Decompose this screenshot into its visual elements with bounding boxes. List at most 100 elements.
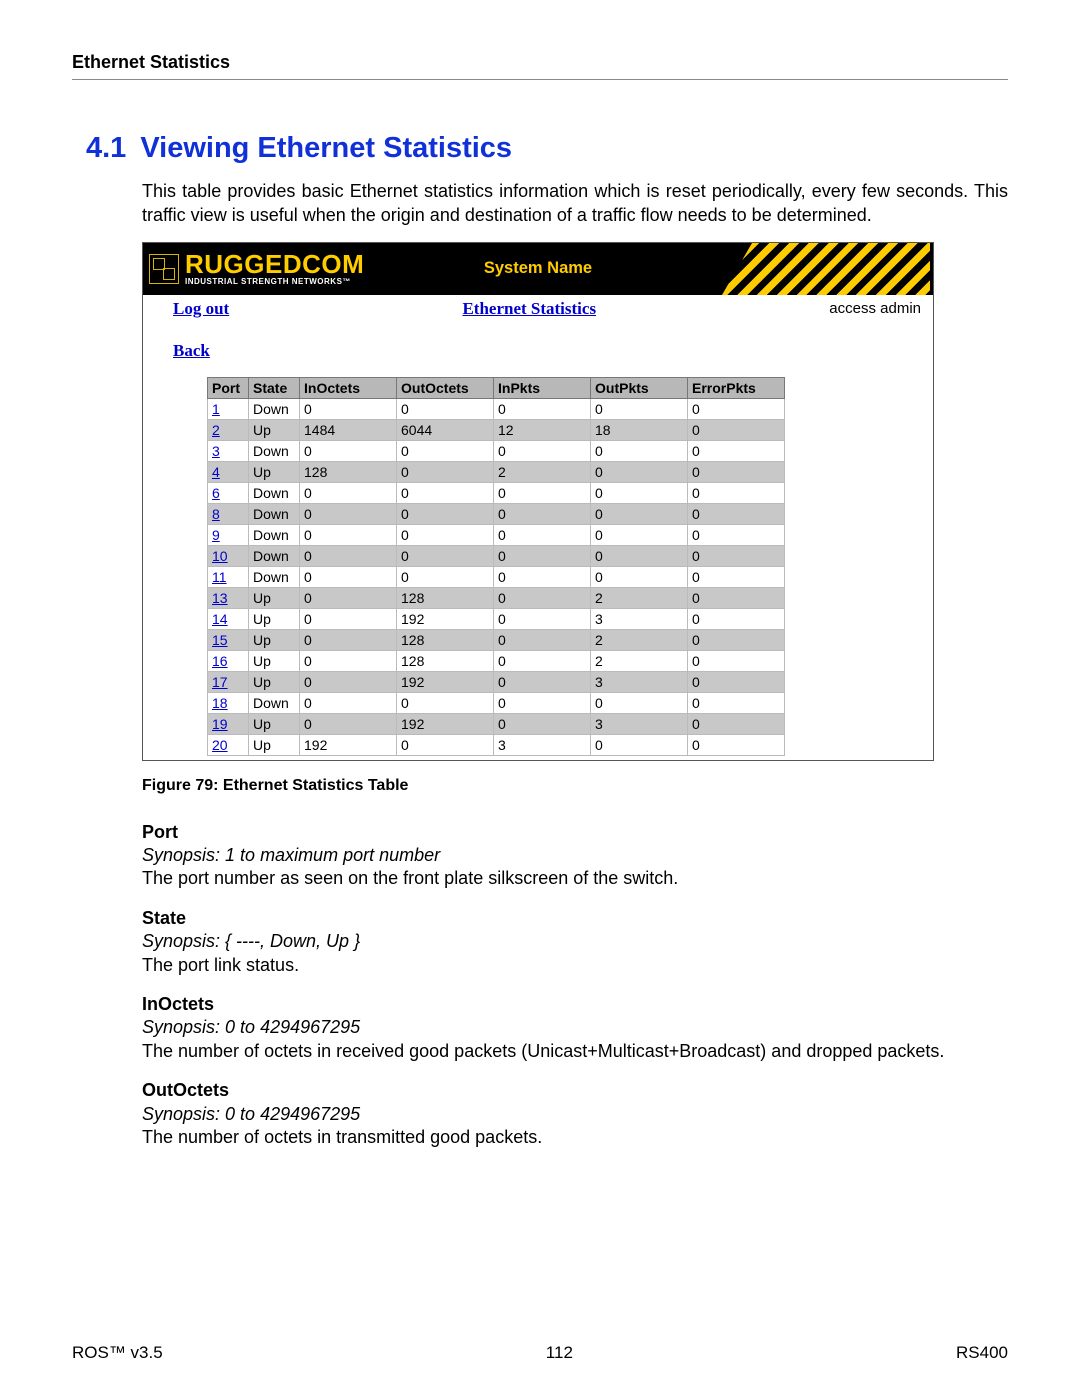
port-link[interactable]: 11 <box>208 566 249 587</box>
section-title: Viewing Ethernet Statistics <box>140 132 512 164</box>
out-octets-cell: 0 <box>397 482 494 503</box>
error-pkts-cell: 0 <box>688 524 785 545</box>
out-pkts-cell: 2 <box>591 587 688 608</box>
in-octets-cell: 0 <box>300 587 397 608</box>
error-pkts-cell: 0 <box>688 419 785 440</box>
col-in-pkts: InPkts <box>494 377 591 398</box>
in-octets-cell: 0 <box>300 713 397 734</box>
in-pkts-cell: 0 <box>494 503 591 524</box>
out-octets-cell: 0 <box>397 398 494 419</box>
state-cell: Up <box>249 608 300 629</box>
out-pkts-cell: 0 <box>591 545 688 566</box>
in-pkts-cell: 0 <box>494 713 591 734</box>
error-pkts-cell: 0 <box>688 734 785 755</box>
field-synopsis: Synopsis: 0 to 4294967295 <box>142 1103 1008 1126</box>
page-title: Ethernet Statistics <box>462 299 596 319</box>
section-number: 4.1 <box>86 132 126 164</box>
port-link[interactable]: 17 <box>208 671 249 692</box>
out-octets-cell: 0 <box>397 440 494 461</box>
port-link[interactable]: 14 <box>208 608 249 629</box>
back-link[interactable]: Back <box>173 341 210 360</box>
port-link[interactable]: 18 <box>208 692 249 713</box>
field-description: The port number as seen on the front pla… <box>142 867 1008 890</box>
table-row: 18Down00000 <box>208 692 785 713</box>
in-pkts-cell: 12 <box>494 419 591 440</box>
table-row: 16Up0128020 <box>208 650 785 671</box>
field-synopsis: Synopsis: { ----, Down, Up } <box>142 930 1008 953</box>
field-block: OutOctetsSynopsis: 0 to 4294967295The nu… <box>142 1079 1008 1149</box>
state-cell: Down <box>249 482 300 503</box>
in-pkts-cell: 3 <box>494 734 591 755</box>
port-link[interactable]: 6 <box>208 482 249 503</box>
error-pkts-cell: 0 <box>688 671 785 692</box>
out-octets-cell: 128 <box>397 650 494 671</box>
in-octets-cell: 0 <box>300 482 397 503</box>
out-octets-cell: 6044 <box>397 419 494 440</box>
in-octets-cell: 0 <box>300 671 397 692</box>
in-octets-cell: 0 <box>300 398 397 419</box>
out-pkts-cell: 3 <box>591 608 688 629</box>
error-pkts-cell: 0 <box>688 629 785 650</box>
field-block: StateSynopsis: { ----, Down, Up }The por… <box>142 907 1008 977</box>
in-octets-cell: 192 <box>300 734 397 755</box>
error-pkts-cell: 0 <box>688 398 785 419</box>
field-block: InOctetsSynopsis: 0 to 4294967295The num… <box>142 993 1008 1063</box>
col-state: State <box>249 377 300 398</box>
out-pkts-cell: 3 <box>591 713 688 734</box>
table-header-row: Port State InOctets OutOctets InPkts Out… <box>208 377 785 398</box>
in-octets-cell: 1484 <box>300 419 397 440</box>
in-octets-cell: 0 <box>300 629 397 650</box>
table-row: 20Up1920300 <box>208 734 785 755</box>
out-pkts-cell: 0 <box>591 524 688 545</box>
out-pkts-cell: 0 <box>591 503 688 524</box>
brand-name: RUGGEDCOM <box>185 251 364 277</box>
in-pkts-cell: 0 <box>494 524 591 545</box>
port-link[interactable]: 2 <box>208 419 249 440</box>
footer-right: RS400 <box>956 1343 1008 1363</box>
state-cell: Up <box>249 671 300 692</box>
port-link[interactable]: 15 <box>208 629 249 650</box>
in-octets-cell: 0 <box>300 524 397 545</box>
port-link[interactable]: 19 <box>208 713 249 734</box>
table-row: 17Up0192030 <box>208 671 785 692</box>
port-link[interactable]: 10 <box>208 545 249 566</box>
section-heading: 4.1 Viewing Ethernet Statistics <box>72 132 1008 165</box>
field-title: Port <box>142 821 1008 844</box>
out-pkts-cell: 0 <box>591 692 688 713</box>
port-link[interactable]: 20 <box>208 734 249 755</box>
table-row: 8Down00000 <box>208 503 785 524</box>
in-pkts-cell: 0 <box>494 671 591 692</box>
logout-link[interactable]: Log out <box>173 299 229 319</box>
port-link[interactable]: 9 <box>208 524 249 545</box>
port-link[interactable]: 8 <box>208 503 249 524</box>
out-octets-cell: 0 <box>397 503 494 524</box>
col-out-pkts: OutPkts <box>591 377 688 398</box>
error-pkts-cell: 0 <box>688 545 785 566</box>
port-link[interactable]: 3 <box>208 440 249 461</box>
port-link[interactable]: 1 <box>208 398 249 419</box>
back-row: Back <box>143 325 933 377</box>
field-title: State <box>142 907 1008 930</box>
port-link[interactable]: 4 <box>208 461 249 482</box>
field-description: The number of octets in transmitted good… <box>142 1126 1008 1149</box>
error-pkts-cell: 0 <box>688 608 785 629</box>
in-pkts-cell: 0 <box>494 692 591 713</box>
stats-table-wrap: Port State InOctets OutOctets InPkts Out… <box>143 377 933 760</box>
out-pkts-cell: 0 <box>591 734 688 755</box>
error-pkts-cell: 0 <box>688 440 785 461</box>
col-error-pkts: ErrorPkts <box>688 377 785 398</box>
out-octets-cell: 128 <box>397 587 494 608</box>
field-synopsis: Synopsis: 1 to maximum port number <box>142 844 1008 867</box>
port-link[interactable]: 16 <box>208 650 249 671</box>
top-black-bar: RUGGEDCOM INDUSTRIAL STRENGTH NETWORKS™ … <box>143 243 933 295</box>
figure-caption: Figure 79: Ethernet Statistics Table <box>142 777 1008 795</box>
out-pkts-cell: 18 <box>591 419 688 440</box>
table-row: 19Up0192030 <box>208 713 785 734</box>
hazard-stripe-decoration <box>710 243 933 295</box>
in-pkts-cell: 0 <box>494 608 591 629</box>
port-link[interactable]: 13 <box>208 587 249 608</box>
page: Ethernet Statistics 4.1 Viewing Ethernet … <box>0 0 1080 1397</box>
state-cell: Up <box>249 713 300 734</box>
out-octets-cell: 192 <box>397 671 494 692</box>
in-octets-cell: 0 <box>300 566 397 587</box>
